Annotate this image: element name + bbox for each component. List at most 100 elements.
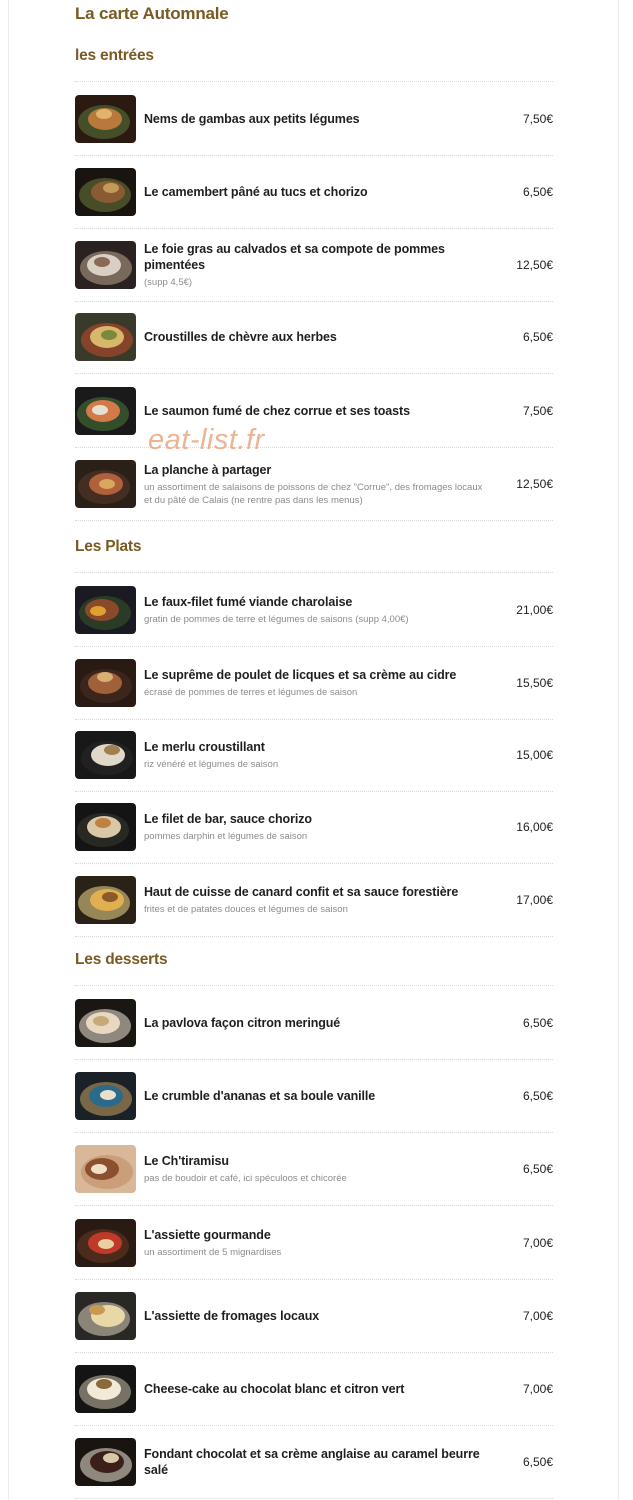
divider: [75, 985, 553, 986]
dish-text: L'assiette de fromages locaux: [144, 1292, 484, 1340]
dish-name: La pavlova façon citron meringué: [144, 1016, 341, 1030]
divider: [75, 520, 553, 521]
dish-photo[interactable]: [75, 168, 136, 216]
menu-item[interactable]: Le saumon fumé de chez corrue et ses toa…: [75, 387, 553, 435]
menu-item[interactable]: Haut de cuisse de canard confit et sa sa…: [75, 876, 553, 924]
dish-name: Le faux-filet fumé viande charolaise: [144, 595, 353, 609]
dish-name: Fondant chocolat et sa crème anglaise au…: [144, 1447, 480, 1477]
menu-item[interactable]: Le faux-filet fumé viande charolaise grat…: [75, 586, 553, 634]
menu-item[interactable]: Le Ch'tiramisu pas de boudoir et café, ic…: [75, 1145, 553, 1193]
dish-photo[interactable]: [75, 1365, 136, 1413]
divider: [75, 1498, 553, 1499]
dish-photo[interactable]: [75, 731, 136, 779]
dish-text: Le merlu croustillant riz vénéré et légum…: [144, 731, 484, 779]
dish-photo[interactable]: [75, 95, 136, 143]
dish-photo[interactable]: [75, 1072, 136, 1120]
dish-description: pas de boudoir et café, ici spéculoos et…: [144, 1173, 347, 1184]
dish-price: 7,50€: [522, 404, 553, 418]
dish-description: frites et de patates douces et légumes d…: [144, 904, 348, 915]
dish-text: Le filet de bar, sauce chorizo pommes dar…: [144, 803, 484, 851]
menu-item[interactable]: Cheese-cake au chocolat blanc et citron …: [75, 1365, 553, 1413]
divider: [75, 228, 553, 229]
divider: [75, 1425, 553, 1426]
dish-description: écrasé de pommes de terres et légumes de…: [144, 687, 358, 698]
dish-price: 21,00€: [516, 603, 553, 617]
dish-photo[interactable]: [75, 999, 136, 1047]
dish-price: 6,50€: [522, 1162, 553, 1176]
dish-price: 6,50€: [522, 1455, 553, 1469]
dish-description: un assortiment de salaisons de poissons …: [144, 481, 483, 506]
dish-price: 7,00€: [522, 1309, 553, 1323]
dish-text: Cheese-cake au chocolat blanc et citron …: [144, 1365, 484, 1413]
dish-price: 7,00€: [522, 1382, 553, 1396]
dish-photo[interactable]: [75, 387, 136, 435]
divider: [75, 719, 553, 720]
menu-item[interactable]: Le merlu croustillant riz vénéré et légum…: [75, 731, 553, 779]
dish-photo[interactable]: [75, 1145, 136, 1193]
dish-text: Fondant chocolat et sa crème anglaise au…: [144, 1438, 484, 1486]
dish-name: Haut de cuisse de canard confit et sa sa…: [144, 885, 459, 899]
dish-text: Le foie gras au calvados et sa compote d…: [144, 241, 484, 289]
divider: [75, 81, 553, 82]
divider: [75, 1279, 553, 1280]
dish-price: 12,50€: [516, 258, 553, 272]
dish-photo[interactable]: [75, 1219, 136, 1267]
dish-name: La planche à partager: [144, 462, 272, 477]
dish-photo[interactable]: [75, 659, 136, 707]
dish-price: 12,50€: [516, 477, 553, 491]
divider: [75, 447, 553, 448]
dish-photo[interactable]: [75, 460, 136, 508]
dish-price: 15,00€: [516, 748, 553, 762]
divider: [75, 863, 553, 864]
section-title: les entrées: [75, 47, 154, 64]
menu-item[interactable]: Le suprême de poulet de licques et sa cr…: [75, 659, 553, 707]
divider: [75, 373, 553, 374]
dish-name: Le saumon fumé de chez corrue et ses toa…: [144, 404, 410, 418]
dish-price: 16,00€: [516, 820, 553, 834]
dish-photo[interactable]: [75, 1292, 136, 1340]
dish-text: Le camembert pâné au tucs et chorizo: [144, 168, 484, 216]
dish-photo[interactable]: [75, 313, 136, 361]
divider: [75, 791, 553, 792]
dish-photo[interactable]: [75, 803, 136, 851]
divider: [75, 936, 553, 937]
dish-name: Le crumble d'ananas et sa boule vanille: [144, 1089, 376, 1103]
dish-photo[interactable]: [75, 241, 136, 289]
dish-price: 6,50€: [522, 1016, 553, 1030]
dish-price: 17,00€: [516, 893, 553, 907]
dish-name: Le merlu croustillant: [144, 740, 265, 754]
dish-description: riz vénéré et légumes de saison: [144, 759, 279, 770]
menu-item[interactable]: Nems de gambas aux petits légumes 7,50€: [75, 95, 553, 143]
dish-name: Le foie gras au calvados et sa compote d…: [144, 242, 445, 272]
dish-description: (supp 4,5€): [144, 277, 193, 288]
menu-item[interactable]: L'assiette de fromages locaux 7,00€: [75, 1292, 553, 1340]
menu-item[interactable]: Le filet de bar, sauce chorizo pommes dar…: [75, 803, 553, 851]
menu-item[interactable]: L'assiette gourmande un assortiment de 5 …: [75, 1219, 553, 1267]
dish-name: Nems de gambas aux petits légumes: [144, 112, 360, 126]
dish-text: Le crumble d'ananas et sa boule vanille: [144, 1072, 484, 1120]
dish-price: 6,50€: [522, 1089, 553, 1103]
dish-photo[interactable]: [75, 586, 136, 634]
menu-item[interactable]: Croustilles de chèvre aux herbes 6,50€: [75, 313, 553, 361]
dish-price: 15,50€: [516, 676, 553, 690]
menu-item[interactable]: La pavlova façon citron meringué 6,50€: [75, 999, 553, 1047]
menu-item[interactable]: Fondant chocolat et sa crème anglaise au…: [75, 1438, 553, 1486]
dish-price: 7,00€: [522, 1236, 553, 1250]
dish-name: L'assiette de fromages locaux: [144, 1309, 320, 1323]
dish-text: Le faux-filet fumé viande charolaise grat…: [144, 586, 484, 634]
dish-photo[interactable]: [75, 1438, 136, 1486]
menu-item[interactable]: Le crumble d'ananas et sa boule vanille 6…: [75, 1072, 553, 1120]
section-title: Les desserts: [75, 951, 168, 968]
divider: [75, 1132, 553, 1133]
dish-name: Cheese-cake au chocolat blanc et citron …: [144, 1382, 405, 1396]
divider: [75, 155, 553, 156]
dish-photo[interactable]: [75, 876, 136, 924]
dish-text: Le suprême de poulet de licques et sa cr…: [144, 659, 484, 707]
divider: [75, 572, 553, 573]
menu-item[interactable]: Le camembert pâné au tucs et chorizo 6,50…: [75, 168, 553, 216]
dish-text: Haut de cuisse de canard confit et sa sa…: [144, 876, 484, 924]
menu-item[interactable]: Le foie gras au calvados et sa compote d…: [75, 241, 553, 289]
dish-name: Le suprême de poulet de licques et sa cr…: [144, 668, 457, 682]
dish-text: La pavlova façon citron meringué: [144, 999, 484, 1047]
menu-item[interactable]: La planche à partager un assortiment de s…: [75, 460, 553, 508]
